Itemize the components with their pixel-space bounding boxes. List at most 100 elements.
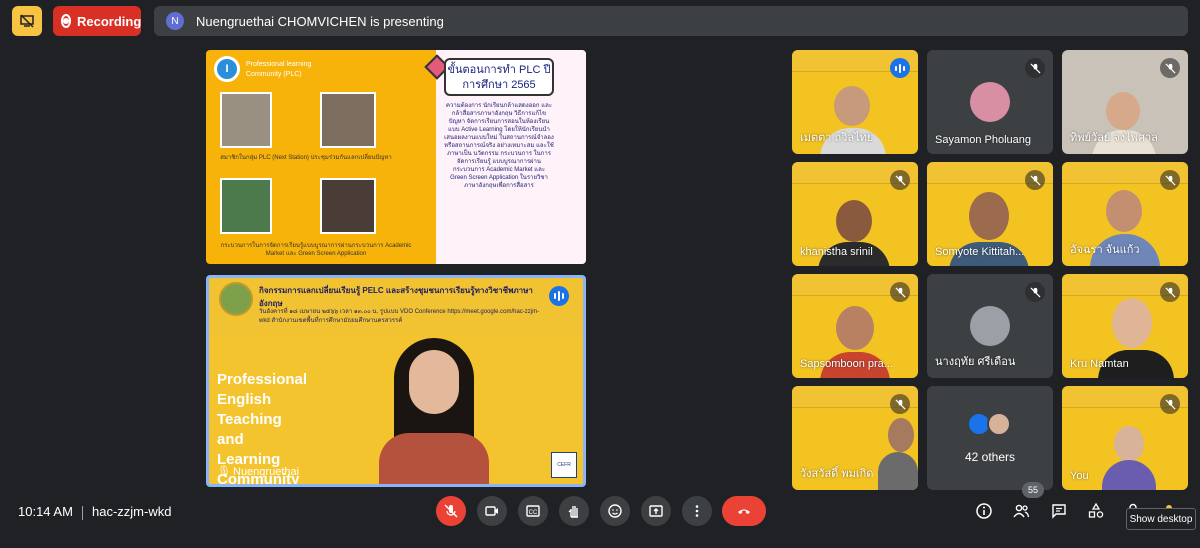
- participant-name: Sayamon Pholuang: [935, 134, 1032, 146]
- participant-name: เมตตา ถวิลไทย: [800, 132, 874, 144]
- meeting-code: hac-zzjm-wkd: [92, 504, 172, 519]
- clock: 10:14 AM: [18, 504, 73, 519]
- camera-toggle-button[interactable]: [477, 496, 507, 526]
- banner-title: กิจกรรมการแลกเปลี่ยนเรียนรู้ PELC และสร้…: [259, 286, 533, 308]
- camera-icon: [485, 506, 498, 516]
- emoji-icon: [608, 504, 622, 518]
- others-count: 42 others: [964, 450, 1016, 464]
- divider: [82, 506, 83, 520]
- speaking-indicator-icon: [549, 286, 569, 306]
- mic-off-icon: [1160, 282, 1180, 302]
- people-button[interactable]: [1008, 498, 1034, 524]
- raise-hand-button[interactable]: [559, 496, 589, 526]
- participant-name: khanistha srinil: [800, 246, 873, 258]
- participant-name: Kru Namtan: [1070, 358, 1129, 370]
- participant-tile[interactable]: khanistha srinil: [792, 162, 918, 266]
- participant-tile[interactable]: วังสวัสดิ์ พมเกิด: [792, 386, 918, 490]
- slide-photo: [320, 178, 376, 234]
- recording-label: Recording: [77, 13, 142, 29]
- presenter-avatar: N: [166, 12, 184, 30]
- participant-tile[interactable]: อัจฉรา จันแก้ว: [1062, 162, 1188, 266]
- participant-name: You: [1070, 470, 1089, 482]
- screen-share-off-button[interactable]: [12, 6, 42, 36]
- meeting-details-button[interactable]: [971, 498, 997, 524]
- leave-call-button[interactable]: [722, 496, 766, 526]
- mic-off-icon: [890, 170, 910, 190]
- mic-icon: 🎙: [217, 466, 231, 478]
- people-icon: [1013, 504, 1030, 518]
- banner-subtitle: วันอังคารที่ ๑๘ เมษายน ๒๕๖๖ เวลา ๑๓.๐๐ น…: [259, 309, 540, 324]
- hang-up-icon: [738, 509, 750, 514]
- participant-name: วังสวัสดิ์ พมเกิด: [800, 468, 874, 480]
- speaker-person: [359, 338, 509, 484]
- top-bar: Recording N Nuengruethai CHOMVICHEN is p…: [10, 6, 1188, 36]
- participants-count-badge: 55: [1022, 482, 1044, 498]
- participant-tile[interactable]: Somyote Kittitah...: [927, 162, 1053, 266]
- mic-off-icon: [1160, 170, 1180, 190]
- mic-off-icon: [890, 282, 910, 302]
- avatar: [987, 412, 1011, 436]
- mic-off-icon: [1025, 58, 1045, 78]
- slide-photo: [220, 178, 272, 234]
- main-speaker-video[interactable]: กิจกรรมการแลกเปลี่ยนเรียนรู้ PELC และสร้…: [206, 275, 586, 487]
- chat-icon: [1052, 504, 1066, 519]
- mic-off-icon: [890, 394, 910, 414]
- plc-body: ความต้องการ นักเรียนกล้าแสดงออก และกล้าส…: [444, 103, 554, 189]
- avatar: [970, 306, 1010, 346]
- plc-title: ขั้นตอนการทำ PLC ปีการศึกษา 2565: [444, 58, 554, 96]
- captions-icon: CC: [526, 505, 540, 517]
- participant-name: นางฤทัย ศรีเดือน: [935, 356, 1016, 368]
- record-icon: [61, 14, 71, 28]
- recording-button[interactable]: Recording: [53, 6, 141, 36]
- video-banner: กิจกรรมการแลกเปลี่ยนเรียนรู้ PELC และสร้…: [209, 278, 583, 334]
- others-tile[interactable]: 42 others: [927, 386, 1053, 490]
- present-button[interactable]: [641, 496, 671, 526]
- presenting-text: Nuengruethai CHOMVICHEN is presenting: [196, 13, 444, 29]
- more-options-button[interactable]: [682, 496, 712, 526]
- participant-name: Sapsomboon pra...: [800, 358, 893, 370]
- captions-button[interactable]: CC: [518, 496, 548, 526]
- speaking-indicator-icon: [890, 58, 910, 78]
- participant-name: ทิพย์วัลย์ จงไพศาล: [1070, 132, 1158, 144]
- mic-off-icon: [1160, 394, 1180, 414]
- participant-tile[interactable]: ทิพย์วัลย์ จงไพศาล: [1062, 50, 1188, 154]
- svg-text:CC: CC: [529, 510, 538, 516]
- participant-tile[interactable]: Sayamon Pholuang: [927, 50, 1053, 154]
- slide-caption-top: สมาชิกในกลุ่ม PLC (Next Station) ประชุมร…: [220, 155, 392, 161]
- mic-toggle-button[interactable]: [436, 496, 466, 526]
- more-vert-icon: [695, 505, 699, 517]
- others-avatars: [967, 412, 1011, 436]
- participant-tile[interactable]: Kru Namtan: [1062, 274, 1188, 378]
- slide-caption-bottom: กระบวนการในการจัดการเรียนรู้แบบบูรณาการผ…: [220, 243, 412, 257]
- mic-off-icon: [444, 504, 458, 518]
- slide-photo: [220, 92, 272, 148]
- cefr-logo: CEFR: [551, 452, 577, 478]
- slide-photo: [320, 92, 376, 148]
- screen-off-icon: [20, 14, 34, 28]
- slide-badge: I: [214, 56, 240, 82]
- participant-tile[interactable]: เมตตา ถวิลไทย: [792, 50, 918, 154]
- self-tile[interactable]: You: [1062, 386, 1188, 490]
- participant-tile[interactable]: นางฤทัย ศรีเดือน: [927, 274, 1053, 378]
- show-desktop-tooltip: Show desktop: [1126, 508, 1196, 530]
- hand-icon: [568, 506, 578, 518]
- bottom-bar: 10:14 AM hac-zzjm-wkd CC 55 Show desktop: [0, 482, 1200, 548]
- activities-button[interactable]: [1083, 498, 1109, 524]
- info-icon: [976, 503, 992, 519]
- slide-heading: Professional learning Community (PLC): [246, 61, 312, 78]
- avatar: [970, 82, 1010, 122]
- participant-tile[interactable]: Sapsomboon pra...: [792, 274, 918, 378]
- reactions-button[interactable]: [600, 496, 630, 526]
- present-icon: [649, 505, 663, 517]
- shared-slide[interactable]: I Professional learning Community (PLC) …: [206, 50, 586, 264]
- presenting-banner: N Nuengruethai CHOMVICHEN is presenting: [154, 6, 1188, 36]
- office-seal-icon: [219, 282, 253, 316]
- mic-off-icon: [1025, 170, 1045, 190]
- mic-off-icon: [1025, 282, 1045, 302]
- activities-icon: [1088, 502, 1104, 518]
- mic-off-icon: [1160, 58, 1180, 78]
- participant-name: Somyote Kittitah...: [935, 246, 1025, 258]
- chat-button[interactable]: [1046, 498, 1072, 524]
- participant-name: อัจฉรา จันแก้ว: [1070, 244, 1140, 256]
- speaker-name: Nuengruethai: [233, 466, 300, 478]
